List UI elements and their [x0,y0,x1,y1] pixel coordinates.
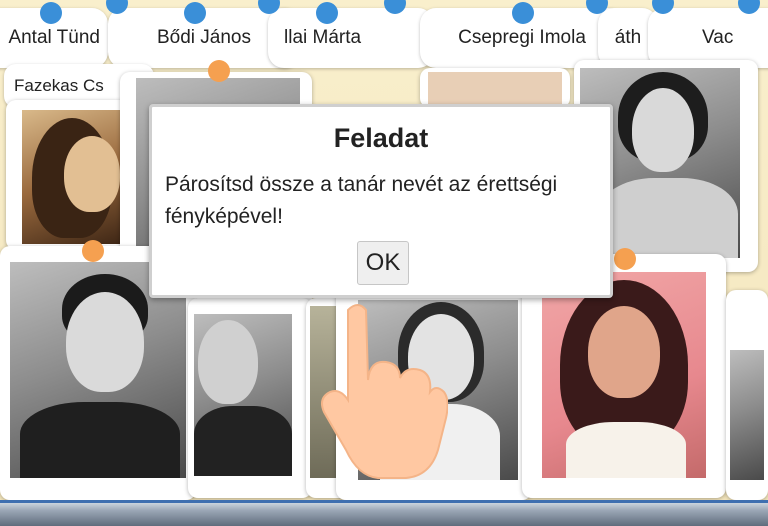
name-card-label: áth [614,27,642,48]
connector-dot[interactable] [82,240,104,262]
name-card-label: Antal Tünd [8,27,100,48]
photo-card[interactable] [6,100,130,250]
photo-card[interactable] [726,290,768,500]
toolbar-divider [0,500,768,503]
connector-dot[interactable] [614,248,636,270]
student-photo [194,314,292,476]
pointing-hand-icon [321,304,448,479]
dialog-message: Párosítsd össze a tanár nevét az érettsé… [165,173,558,228]
task-dialog: Feladat Párosítsd össze a tanár nevét az… [149,104,613,298]
connector-dot[interactable] [316,2,338,24]
connector-dot[interactable] [40,2,62,24]
student-photo [22,110,122,244]
name-card-label: Bődi János [156,27,251,48]
student-photo [542,272,706,478]
name-card-label: Fazekas Cs [14,76,104,95]
photo-card[interactable] [420,68,570,108]
ok-button[interactable]: OK [357,241,409,285]
connector-dot[interactable] [184,2,206,24]
name-card-label: Csepregi Imola [458,27,586,48]
bottom-toolbar [0,500,768,526]
name-card-label: Vac [702,27,734,48]
student-photo [730,350,764,480]
connector-dot[interactable] [512,2,534,24]
name-card-vac[interactable]: Vac [648,8,768,68]
name-card-label: llai Márta [284,27,362,48]
photo-card[interactable] [188,298,312,498]
connector-dot[interactable] [208,60,230,82]
name-card-marta[interactable]: llai Márta [268,8,434,68]
student-photo [428,72,562,108]
dialog-title: Feladat [333,123,429,153]
